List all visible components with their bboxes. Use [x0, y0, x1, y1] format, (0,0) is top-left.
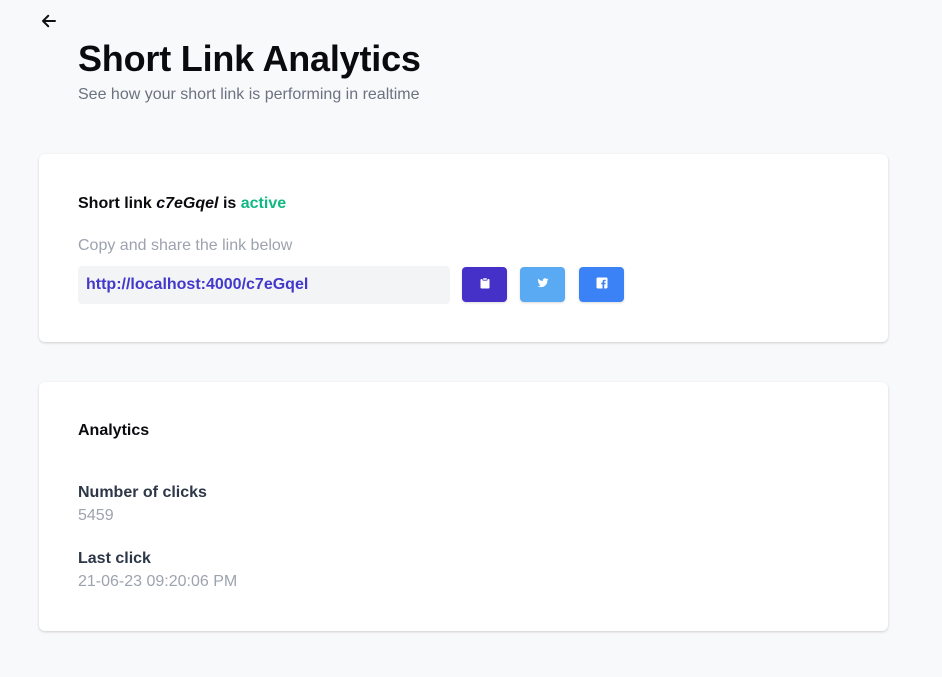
last-click-label: Last click: [78, 550, 151, 567]
page: Short Link Analytics See how your short …: [0, 0, 942, 677]
share-facebook-button[interactable]: [579, 267, 624, 302]
analytics-title: Analytics: [78, 422, 150, 439]
share-twitter-button[interactable]: [520, 267, 565, 302]
last-click-value: 21-06-23 09:20:06 PM: [78, 573, 238, 590]
status-prefix: Short link: [78, 195, 152, 212]
arrow-left-icon: [40, 12, 58, 35]
page-subtitle: See how your short link is performing in…: [78, 86, 420, 103]
clipboard-icon: [479, 276, 491, 294]
short-link-field[interactable]: http://localhost:4000/c7eGqel: [78, 266, 450, 304]
share-card: Short link c7eGqel is active Copy and sh…: [39, 154, 888, 342]
status-connector: is: [222, 195, 237, 212]
clicks-value: 5459: [78, 507, 114, 524]
page-title: Short Link Analytics: [78, 38, 421, 79]
short-link-text[interactable]: http://localhost:4000/c7eGqel: [86, 276, 308, 294]
copy-link-button[interactable]: [462, 267, 507, 302]
link-status-line: Short link c7eGqel is active: [78, 195, 286, 213]
twitter-icon: [537, 276, 549, 294]
short-code: c7eGqel: [156, 195, 219, 212]
back-button[interactable]: [38, 12, 60, 34]
clicks-label: Number of clicks: [78, 484, 207, 501]
status-badge: active: [240, 195, 287, 212]
copy-hint: Copy and share the link below: [78, 237, 293, 254]
analytics-card: Analytics Number of clicks 5459 Last cli…: [39, 382, 888, 631]
facebook-icon: [596, 276, 608, 294]
